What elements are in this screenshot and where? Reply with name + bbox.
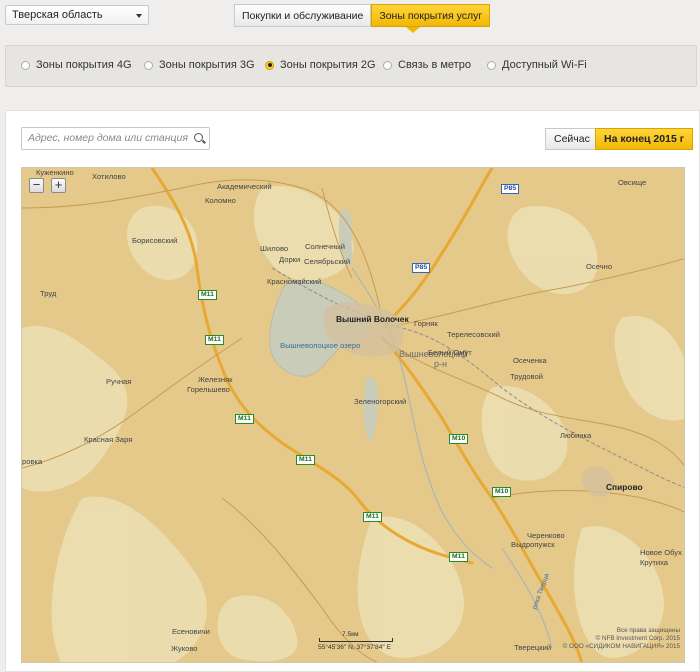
place-label: Крутиха [640, 558, 669, 567]
radio-dot-icon [383, 60, 392, 70]
place-label: Горняк [414, 319, 438, 328]
radio-metro-label: Связь в метро [398, 59, 471, 71]
period-now-button[interactable]: Сейчас [545, 128, 599, 150]
place-label: Терелесовский [447, 330, 500, 339]
zoom-in-button[interactable]: + [51, 178, 66, 193]
map-copyright: Все права защищены © NFB Investment Corp… [563, 627, 680, 651]
place-label: Белый Омут [428, 348, 472, 357]
place-label-city: Вышний Волочек [336, 314, 409, 324]
radio-metro[interactable]: Связь в метро [383, 59, 471, 71]
road-shield-m11: M11 [205, 335, 224, 345]
chevron-down-icon [136, 14, 142, 18]
tab-coverage[interactable]: Зоны покрытия услуг [371, 4, 491, 27]
road-shield-m11: M11 [449, 552, 468, 562]
radio-2g[interactable]: Зоны покрытия 2G [265, 59, 376, 71]
coverage-map[interactable]: − + Куженкино Хотилово Академический Кол… [21, 167, 685, 663]
radio-4g[interactable]: Зоны покрытия 4G [21, 59, 132, 71]
tab-purchases[interactable]: Покупки и обслуживание [234, 4, 372, 27]
main-tabs: Покупки и обслуживание Зоны покрытия усл… [234, 4, 491, 27]
place-label: Коломно [205, 196, 236, 205]
place-label: ровка [22, 457, 43, 466]
place-label: Есеновичи [172, 627, 210, 636]
place-label: Ручная [106, 377, 132, 386]
place-label: Борисовский [132, 236, 178, 245]
radio-3g[interactable]: Зоны покрытия 3G [144, 59, 255, 71]
place-label: Красномайский [267, 277, 322, 286]
place-label: Красная Заря [84, 435, 133, 444]
road-shield-m10: M10 [449, 434, 469, 444]
region-select-value: Тверская область [12, 9, 103, 21]
map-scale-label: 7.5км [342, 631, 359, 638]
place-label: Солнечный [305, 242, 345, 251]
place-label: Осеченка [513, 356, 547, 365]
copyright-line: Все права защищены [616, 627, 680, 634]
place-label: Черенково [527, 531, 565, 540]
place-label: Жуково [171, 644, 198, 653]
search-input[interactable]: Адрес, номер дома или станция [21, 127, 210, 150]
zoom-out-button[interactable]: − [29, 178, 44, 193]
map-scale-bar [319, 638, 393, 642]
radio-wifi[interactable]: Доступный Wi-Fi [487, 59, 587, 71]
road-shield-r85: P85 [501, 184, 520, 194]
radio-wifi-label: Доступный Wi-Fi [502, 59, 587, 71]
place-label-lake: Вышневолоцкое озеро [280, 341, 361, 350]
radio-dot-icon [487, 60, 496, 70]
place-label: Любинка [560, 431, 592, 440]
road-shield-m11: M11 [198, 290, 217, 300]
place-label: Новое Обух [640, 548, 682, 557]
road-shield-m11: M11 [296, 455, 315, 465]
place-label: Академический [217, 182, 272, 191]
district-label: р-н [434, 359, 447, 369]
road-shield-r85: P85 [412, 263, 431, 273]
place-label: Хотилово [92, 172, 126, 181]
period-future-button[interactable]: На конец 2015 г [595, 128, 694, 150]
search-placeholder: Адрес, номер дома или станция [28, 132, 188, 144]
road-shield-m11: M11 [235, 414, 254, 424]
coverage-type-panel: Зоны покрытия 4G Зоны покрытия 3G Зоны п… [5, 45, 697, 87]
place-label-town: Спирово [606, 482, 643, 492]
place-label: Селябрьский [304, 257, 351, 266]
place-label: Горельшево [187, 385, 230, 394]
radio-3g-label: Зоны покрытия 3G [159, 59, 255, 71]
road-shield-m11: M11 [363, 512, 382, 522]
radio-dot-icon [144, 60, 153, 70]
copyright-line: © NFB Investment Corp. 2015 [595, 635, 680, 642]
region-select[interactable]: Тверская область [5, 5, 149, 25]
place-label: Овсище [618, 178, 647, 187]
place-label: Шилово [260, 244, 289, 253]
place-label: Тверецкий [514, 643, 552, 652]
place-label: Выдропужск [511, 540, 555, 549]
radio-dot-selected-icon [265, 60, 274, 70]
radio-4g-label: Зоны покрытия 4G [36, 59, 132, 71]
map-coordinates: 55°45'36" N, 37°37'84" E [318, 644, 391, 651]
road-shield-m10: M10 [492, 487, 512, 497]
place-label: Железняк [198, 375, 233, 384]
place-label: Трудовой [510, 372, 543, 381]
radio-2g-label: Зоны покрытия 2G [280, 59, 376, 71]
radio-dot-icon [21, 60, 30, 70]
copyright-line: © ООО «СИДИКОМ НАВИГАЦИЯ» 2015 [562, 643, 680, 650]
place-label: Зеленогорский [354, 397, 407, 406]
place-label: Труд [40, 289, 57, 298]
place-label: Дорки [279, 255, 301, 264]
search-icon[interactable] [194, 133, 203, 142]
place-label: Осечно [586, 262, 613, 271]
map-canvas [22, 168, 684, 662]
active-tab-pointer [406, 27, 420, 33]
place-label: Куженкино [36, 168, 74, 177]
